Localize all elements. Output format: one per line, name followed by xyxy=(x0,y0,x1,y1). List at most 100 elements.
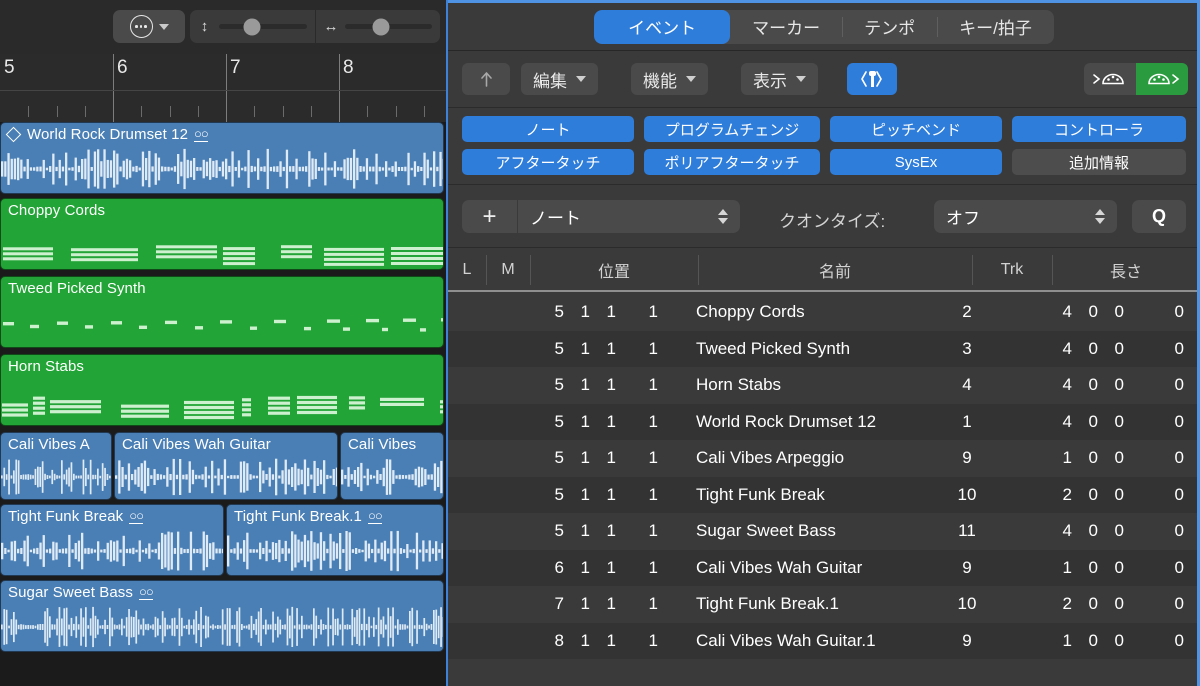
tab-item-3[interactable]: キー/拍子 xyxy=(937,10,1054,44)
region-title: Cali Vibes Wah Guitar xyxy=(122,436,271,453)
midi-in-button[interactable] xyxy=(1084,63,1136,95)
stepper-icon xyxy=(718,209,728,224)
region[interactable]: Horn Stabs xyxy=(0,354,444,426)
catch-playhead-button[interactable] xyxy=(113,10,185,43)
cell-length-div: 0 xyxy=(1102,550,1124,587)
audio-waveform xyxy=(1,457,112,497)
chevron-down-icon xyxy=(686,76,696,82)
quantize-apply-button[interactable]: Q xyxy=(1132,200,1186,233)
cell-length-beat: 0 xyxy=(1076,367,1098,404)
filter-button[interactable]: アフタータッチ xyxy=(462,149,634,175)
up-one-level-button[interactable] xyxy=(462,63,510,95)
table-row[interactable]: 6111Cali Vibes Wah Guitar91000 xyxy=(448,550,1200,587)
column-header[interactable]: M xyxy=(486,248,530,292)
cell-length-div: 0 xyxy=(1102,477,1124,514)
filter-button[interactable]: プログラムチェンジ xyxy=(644,116,820,142)
quantize-value-popup[interactable]: オフ xyxy=(934,200,1117,233)
region[interactable]: Sugar Sweet Bass○○ xyxy=(0,580,444,652)
cell-length-beat: 0 xyxy=(1076,404,1098,441)
table-row[interactable]: 5111Tweed Picked Synth34000 xyxy=(448,331,1200,368)
tab-item-2[interactable]: テンポ xyxy=(842,10,937,44)
region[interactable]: Tweed Picked Synth xyxy=(0,276,444,348)
cell-length-div: 0 xyxy=(1102,404,1124,441)
table-row[interactable]: 5111Choppy Cords24000 xyxy=(448,294,1200,331)
zoom-slider-group: ↕ ↔ xyxy=(190,10,440,43)
quantize-bar: + ノート クオンタイズ: オフ Q xyxy=(448,185,1200,248)
region[interactable]: Tight Funk Break○○ xyxy=(0,504,224,576)
cell-position-beat: 1 xyxy=(568,440,590,477)
column-divider[interactable] xyxy=(486,255,487,285)
filter-button[interactable]: ノート xyxy=(462,116,634,142)
bar-number: 8 xyxy=(343,57,354,79)
region[interactable]: Cali Vibes xyxy=(340,432,444,500)
editor-tab-strip: イベントマーカーテンポキー/拍子 xyxy=(448,3,1200,51)
table-row[interactable]: 7111Tight Funk Break.1102000 xyxy=(448,586,1200,623)
cell-track: 10 xyxy=(942,586,992,623)
arrow-up-icon xyxy=(478,70,495,89)
region[interactable]: Choppy Cords xyxy=(0,198,444,270)
filter-button[interactable]: コントローラ xyxy=(1012,116,1186,142)
cell-position-tick: 1 xyxy=(636,550,658,587)
horizontal-zoom-knob[interactable] xyxy=(373,18,390,35)
region-title: World Rock Drumset 12○○ xyxy=(8,126,208,143)
region-title: Tight Funk Break○○ xyxy=(8,508,143,525)
table-row[interactable]: 5111Cali Vibes Arpeggio91000 xyxy=(448,440,1200,477)
tab-events[interactable]: イベント xyxy=(594,10,730,44)
add-event-button[interactable]: + xyxy=(462,200,518,233)
column-header[interactable]: 名前 xyxy=(698,248,972,292)
cell-length-bar: 4 xyxy=(1044,331,1072,368)
split-note-button[interactable] xyxy=(847,63,897,95)
region-lanes[interactable]: World Rock Drumset 12○○ Choppy CordsTweed… xyxy=(0,122,446,686)
cell-position-bar: 5 xyxy=(522,513,564,550)
menu-view[interactable]: 表示 xyxy=(741,63,818,95)
add-event-group: + ノート xyxy=(462,200,740,233)
cell-position-bar: 5 xyxy=(522,440,564,477)
column-header[interactable]: 長さ xyxy=(1052,248,1200,292)
filter-button[interactable]: 追加情報 xyxy=(1012,149,1186,175)
midi-out-button[interactable] xyxy=(1136,63,1188,95)
vertical-zoom-slider[interactable]: ↕ xyxy=(190,10,315,43)
beat-tick xyxy=(198,106,199,117)
filter-button[interactable]: SysEx xyxy=(830,149,1002,175)
cell-position-beat: 1 xyxy=(568,477,590,514)
filter-button[interactable]: ポリアフタータッチ xyxy=(644,149,820,175)
column-header[interactable]: Trk xyxy=(972,248,1052,292)
region[interactable]: Tight Funk Break.1○○ xyxy=(226,504,444,576)
tab-item-1[interactable]: マーカー xyxy=(730,10,842,44)
midi-in-icon xyxy=(1090,69,1130,89)
table-row[interactable]: 8111Cali Vibes Wah Guitar.191000 xyxy=(448,623,1200,660)
table-row[interactable]: 5111Tight Funk Break102000 xyxy=(448,477,1200,514)
beat-tick xyxy=(57,106,58,117)
column-divider[interactable] xyxy=(972,255,973,285)
vertical-zoom-knob[interactable] xyxy=(244,18,261,35)
column-divider[interactable] xyxy=(698,255,699,285)
cell-length-beat: 0 xyxy=(1076,550,1098,587)
menu-functions[interactable]: 機能 xyxy=(631,63,708,95)
region[interactable]: World Rock Drumset 12○○ xyxy=(0,122,444,194)
column-header[interactable]: L xyxy=(448,248,486,292)
table-row[interactable]: 5111Sugar Sweet Bass114000 xyxy=(448,513,1200,550)
cell-length-tick: 0 xyxy=(1162,367,1184,404)
split-note-icon xyxy=(859,68,885,90)
column-header[interactable]: 位置 xyxy=(530,248,698,292)
region-name-text: Horn Stabs xyxy=(8,358,84,375)
add-event-type-popup[interactable]: ノート xyxy=(518,200,740,233)
column-divider[interactable] xyxy=(1052,255,1053,285)
column-divider[interactable] xyxy=(530,255,531,285)
cell-position-tick: 1 xyxy=(636,440,658,477)
filter-button[interactable]: ピッチベンド xyxy=(830,116,1002,142)
region[interactable]: Cali Vibes A xyxy=(0,432,112,500)
cell-position-beat: 1 xyxy=(568,404,590,441)
horizontal-zoom-slider[interactable]: ↔ xyxy=(315,10,441,43)
menu-functions-label: 機能 xyxy=(643,67,677,92)
menu-edit[interactable]: 編集 xyxy=(521,63,598,95)
region[interactable]: Cali Vibes Wah Guitar xyxy=(114,432,338,500)
cell-length-tick: 0 xyxy=(1162,477,1184,514)
cell-track: 9 xyxy=(942,623,992,660)
cell-position-beat: 1 xyxy=(568,623,590,660)
bar-ruler[interactable]: 5678 xyxy=(0,54,446,123)
table-row[interactable]: 5111World Rock Drumset 1214000 xyxy=(448,404,1200,441)
table-row[interactable]: 5111Horn Stabs44000 xyxy=(448,367,1200,404)
cell-position-tick: 1 xyxy=(636,586,658,623)
event-table-body[interactable]: 5111Choppy Cords240005111Tweed Picked Sy… xyxy=(448,294,1200,686)
